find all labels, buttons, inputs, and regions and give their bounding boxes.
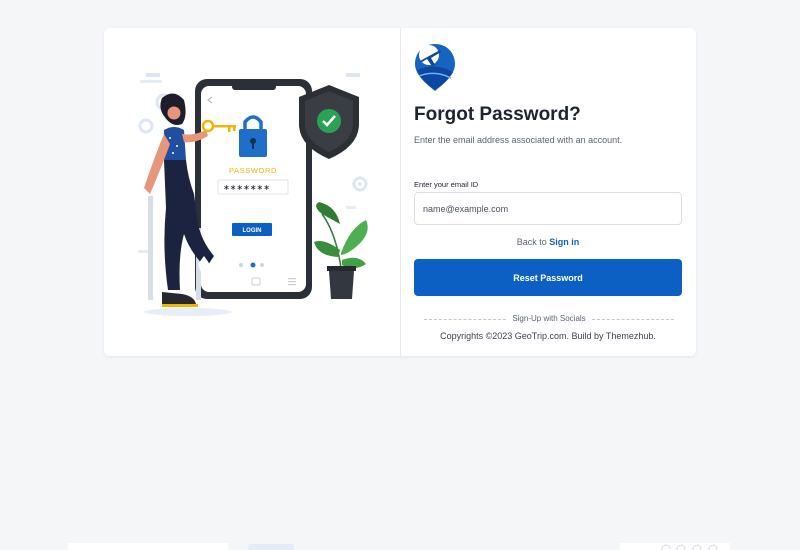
socials-divider: Sign-Up with Socials — [424, 314, 674, 324]
password-reset-illustration: PASSWORD ∗∗∗∗∗∗∗ LOGIN — [138, 73, 368, 316]
page-subtitle: Enter the email address associated with … — [414, 135, 623, 145]
forgot-password-card: PASSWORD ∗∗∗∗∗∗∗ LOGIN Forgot Password? … — [104, 28, 696, 356]
forgot-password-form: Forgot Password? Enter the email address… — [401, 28, 696, 356]
ground-shadow — [144, 308, 232, 316]
bottom-edge-decor — [68, 543, 730, 550]
password-label: PASSWORD — [229, 166, 277, 175]
plant-icon — [314, 202, 368, 299]
gear-icon — [352, 176, 368, 192]
divider-line-right — [592, 319, 674, 320]
email-input[interactable] — [414, 192, 682, 225]
illustration-panel: PASSWORD ∗∗∗∗∗∗∗ LOGIN — [104, 28, 400, 356]
reset-password-button[interactable]: Reset Password — [414, 259, 682, 296]
back-to-signin-row: Back to Sign in — [414, 237, 682, 247]
sign-in-link[interactable]: Sign in — [549, 237, 579, 247]
page-title: Forgot Password? — [414, 104, 581, 125]
back-to-text: Back to — [516, 237, 547, 247]
email-label: Enter your email ID — [414, 180, 479, 189]
masked-password: ∗∗∗∗∗∗∗ — [223, 183, 270, 192]
copyright-text: Copyrights ©2023 GeoTrip.com. Build by T… — [440, 331, 656, 341]
location-pin-plane-icon — [415, 44, 455, 91]
login-label: LOGIN — [243, 228, 262, 234]
